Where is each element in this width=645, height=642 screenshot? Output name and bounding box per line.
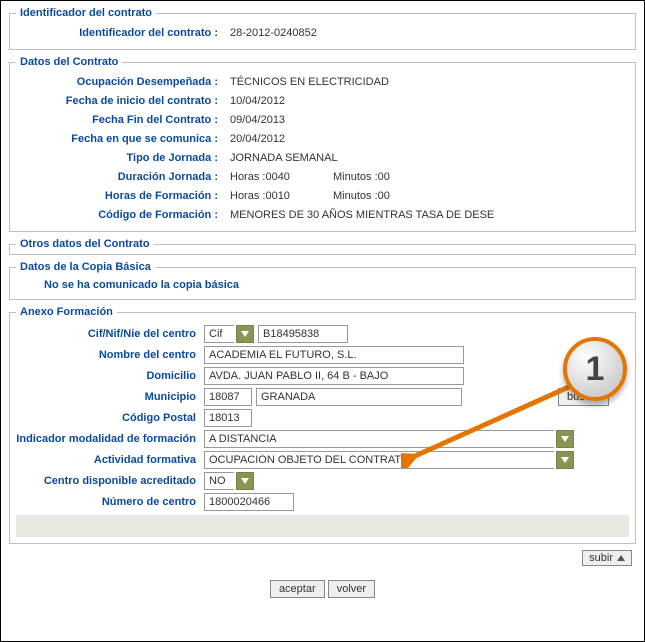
label-ident: Identificador del contrato : bbox=[16, 27, 230, 39]
label-codigo-formacion: Código de Formación : bbox=[16, 209, 230, 221]
label-centro-acreditado: Centro disponible acreditado bbox=[16, 475, 204, 487]
value-horas-formacion: Horas :0010 Minutos :00 bbox=[230, 190, 430, 202]
select-actividad-formativa[interactable] bbox=[204, 451, 574, 469]
input-actividad-formativa[interactable] bbox=[204, 451, 554, 469]
label-fecha-comunica: Fecha en que se comunica : bbox=[16, 133, 230, 145]
block-decoration bbox=[16, 515, 629, 537]
select-centro-acreditado[interactable] bbox=[204, 472, 254, 490]
chevron-down-icon[interactable] bbox=[556, 451, 574, 469]
value-tipo-jornada: JORNADA SEMANAL bbox=[230, 152, 338, 164]
input-centro-acreditado[interactable] bbox=[204, 472, 234, 490]
value-fecha-comunica: 20/04/2012 bbox=[230, 133, 285, 145]
label-indicador-modalidad: Indicador modalidad de formación bbox=[16, 433, 204, 445]
label-codigo-postal: Código Postal bbox=[16, 412, 204, 424]
label-numero-centro: Número de centro bbox=[16, 496, 204, 508]
chevron-down-icon[interactable] bbox=[236, 325, 254, 343]
fieldset-datos-contrato: Datos del Contrato Ocupación Desempeñada… bbox=[9, 56, 636, 232]
input-indicador-modalidad[interactable] bbox=[204, 430, 554, 448]
aceptar-button[interactable]: aceptar bbox=[270, 580, 325, 598]
chevron-up-icon bbox=[617, 552, 625, 564]
value-formacion-horas: Horas :0010 bbox=[230, 190, 290, 202]
label-fecha-fin: Fecha Fin del Contrato : bbox=[16, 114, 230, 126]
value-duracion: Horas :0040 Minutos :00 bbox=[230, 171, 430, 183]
note-copia: No se ha comunicado la copia básica bbox=[16, 277, 629, 293]
input-domicilio[interactable] bbox=[204, 367, 464, 385]
volver-button[interactable]: volver bbox=[328, 580, 375, 598]
label-horas-formacion: Horas de Formación : bbox=[16, 190, 230, 202]
value-codigo-formacion: MENORES DE 30 AÑOS MIENTRAS TASA DE DESE bbox=[230, 209, 494, 221]
label-domicilio: Domicilio bbox=[16, 370, 204, 382]
label-cif: Cif/Nif/Nie del centro bbox=[16, 328, 204, 340]
value-formacion-minutos: Minutos :00 bbox=[333, 190, 390, 202]
input-numero-centro[interactable] bbox=[204, 493, 294, 511]
label-duracion: Duración Jornada : bbox=[16, 171, 230, 183]
select-cif-type[interactable] bbox=[204, 325, 254, 343]
fieldset-copia-basica: Datos de la Copia Básica No se ha comuni… bbox=[9, 261, 636, 300]
legend-identificador: Identificador del contrato bbox=[16, 7, 156, 19]
annotation-number: 1 bbox=[586, 350, 605, 389]
value-ocupacion: TÉCNICOS EN ELECTRICIDAD bbox=[230, 76, 389, 88]
fieldset-anexo-formacion: Anexo Formación Cif/Nif/Nie del centro N… bbox=[9, 306, 636, 544]
legend-anexo: Anexo Formación bbox=[16, 306, 117, 318]
fieldset-otros-datos: Otros datos del Contrato bbox=[9, 238, 636, 255]
value-duracion-horas: Horas :0040 bbox=[230, 171, 290, 183]
legend-otros: Otros datos del Contrato bbox=[16, 238, 154, 250]
input-cif-type[interactable] bbox=[204, 325, 234, 343]
label-nombre-centro: Nombre del centro bbox=[16, 349, 204, 361]
input-municipio-name[interactable] bbox=[256, 388, 462, 406]
chevron-down-icon[interactable] bbox=[556, 430, 574, 448]
value-ident: 28-2012-0240852 bbox=[230, 27, 317, 39]
label-municipio: Municipio bbox=[16, 391, 204, 403]
value-duracion-minutos: Minutos :00 bbox=[333, 171, 390, 183]
label-tipo-jornada: Tipo de Jornada : bbox=[16, 152, 230, 164]
label-fecha-inicio: Fecha de inicio del contrato : bbox=[16, 95, 230, 107]
input-nombre-centro[interactable] bbox=[204, 346, 464, 364]
input-cif-value[interactable] bbox=[258, 325, 348, 343]
chevron-down-icon[interactable] bbox=[236, 472, 254, 490]
input-codigo-postal[interactable] bbox=[204, 409, 252, 427]
legend-copia: Datos de la Copia Básica bbox=[16, 261, 155, 273]
annotation-callout-1: 1 bbox=[563, 337, 627, 401]
subir-button[interactable]: subir bbox=[582, 550, 632, 566]
subir-label: subir bbox=[589, 552, 613, 564]
legend-datos: Datos del Contrato bbox=[16, 56, 122, 68]
value-fecha-fin: 09/04/2013 bbox=[230, 114, 285, 126]
value-fecha-inicio: 10/04/2012 bbox=[230, 95, 285, 107]
label-actividad-formativa: Actividad formativa bbox=[16, 454, 204, 466]
fieldset-identificador: Identificador del contrato Identificador… bbox=[9, 7, 636, 50]
label-ocupacion: Ocupación Desempeñada : bbox=[16, 76, 230, 88]
input-municipio-code[interactable] bbox=[204, 388, 252, 406]
select-indicador-modalidad[interactable] bbox=[204, 430, 574, 448]
